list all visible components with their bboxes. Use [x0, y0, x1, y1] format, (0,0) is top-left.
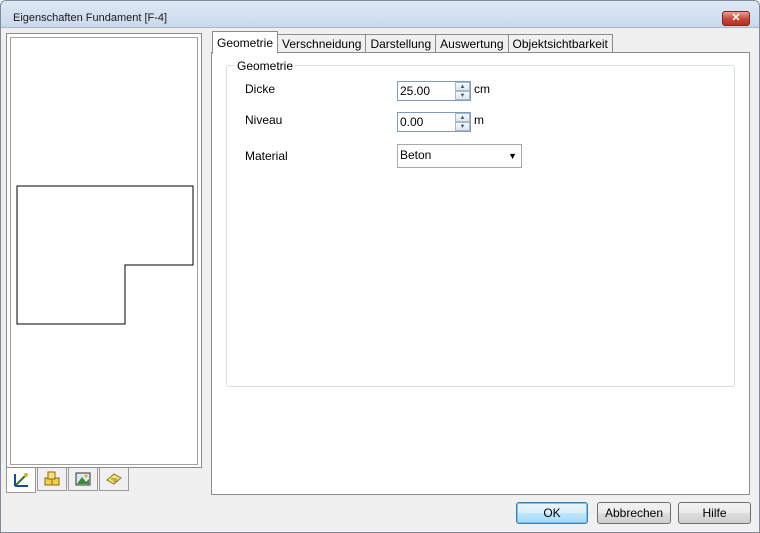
tab-verschneidung[interactable]: Verschneidung: [277, 34, 367, 53]
niveau-spin-buttons: ▲ ▼: [455, 113, 470, 131]
side-tab-objects[interactable]: [37, 468, 67, 491]
dicke-spinner: ▲ ▼: [397, 81, 471, 101]
material-select[interactable]: Beton ▼: [397, 144, 522, 168]
chevron-down-icon: ▼: [459, 123, 466, 130]
tab-strip: Geometrie Verschneidung Darstellung Ausw…: [212, 31, 613, 54]
geometry-group: Geometrie Dicke ▲ ▼ cm Niveau ▲ ▼: [226, 59, 735, 387]
spin-down-button[interactable]: ▼: [455, 91, 470, 100]
spin-down-button[interactable]: ▼: [455, 122, 470, 131]
side-tab-geometry[interactable]: [6, 468, 36, 493]
dicke-unit: cm: [474, 82, 490, 96]
niveau-unit: m: [474, 113, 484, 127]
tab-label: Objektsichtbarkeit: [512, 37, 608, 51]
close-icon: ✕: [731, 12, 741, 24]
tab-objektsichtbarkeit[interactable]: Objektsichtbarkeit: [507, 34, 613, 53]
title-bar[interactable]: Eigenschaften Fundament [F-4] ✕: [1, 1, 759, 28]
geometry-view-icon: [14, 473, 28, 487]
preview-tabs: [6, 468, 130, 493]
side-tab-image[interactable]: [68, 468, 98, 491]
chevron-up-icon: ▲: [459, 114, 466, 121]
foundation-outline: [16, 185, 194, 325]
spin-up-button[interactable]: ▲: [455, 113, 470, 122]
dicke-spin-buttons: ▲ ▼: [455, 82, 470, 100]
tab-panel-geometrie: Geometrie Dicke ▲ ▼ cm Niveau ▲ ▼: [211, 52, 750, 495]
cancel-button[interactable]: Abbrechen: [597, 502, 671, 524]
chevron-down-icon: ▼: [459, 92, 466, 99]
tab-label: Verschneidung: [282, 37, 362, 51]
dialog-window: Eigenschaften Fundament [F-4] ✕ Geometri…: [0, 0, 760, 533]
image-icon: [75, 472, 91, 486]
niveau-label: Niveau: [245, 113, 283, 127]
dialog-client: Geometrie Verschneidung Darstellung Ausw…: [1, 28, 759, 532]
spin-up-button[interactable]: ▲: [455, 82, 470, 91]
layers-icon: [106, 473, 122, 485]
tab-label: Auswertung: [440, 37, 504, 51]
tab-darstellung[interactable]: Darstellung: [365, 34, 437, 53]
chevron-up-icon: ▲: [459, 83, 466, 90]
objects-icon: [44, 471, 60, 486]
tab-auswertung[interactable]: Auswertung: [435, 34, 509, 53]
preview-panel: [6, 33, 202, 468]
close-button[interactable]: ✕: [722, 11, 750, 26]
material-value: Beton: [400, 148, 432, 162]
preview-canvas: [10, 37, 198, 465]
window-title: Eigenschaften Fundament [F-4]: [13, 12, 168, 24]
dicke-input[interactable]: [398, 82, 456, 100]
ok-button[interactable]: OK: [516, 502, 588, 524]
group-legend: Geometrie: [235, 59, 296, 73]
dicke-label: Dicke: [245, 82, 276, 96]
chevron-down-icon: ▼: [508, 151, 517, 161]
tab-geometrie[interactable]: Geometrie: [212, 31, 279, 54]
side-tab-layers[interactable]: [99, 468, 129, 491]
niveau-spinner: ▲ ▼: [397, 112, 471, 132]
tab-label: Geometrie: [217, 35, 274, 50]
tab-label: Darstellung: [370, 37, 432, 51]
material-label: Material: [245, 149, 288, 163]
niveau-input[interactable]: [398, 113, 456, 131]
help-button[interactable]: Hilfe: [678, 502, 751, 524]
